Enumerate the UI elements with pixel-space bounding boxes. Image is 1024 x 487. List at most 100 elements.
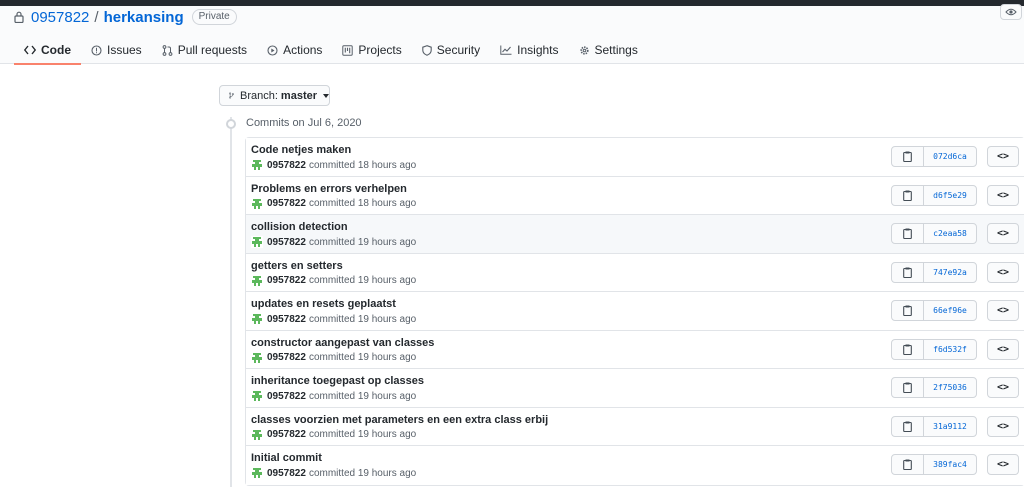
commit-author-link[interactable]: 0957822 (267, 352, 306, 363)
avatar[interactable] (251, 467, 263, 479)
browse-repo-at-commit-button[interactable]: <> (987, 377, 1019, 398)
commit-message-link[interactable]: constructor aangepast van classes (251, 337, 434, 349)
commit-sha-link[interactable]: f6d532f (924, 340, 976, 359)
repo-owner-link[interactable]: 0957822 (31, 9, 89, 26)
tab-insights[interactable]: Insights (490, 36, 568, 64)
commit-time: 19 hours ago (357, 313, 417, 325)
avatar[interactable] (251, 236, 263, 248)
commit-sha-link[interactable]: 747e92a (924, 263, 976, 282)
commit-action: committed (308, 352, 356, 363)
commit-row: constructor aangepast van classes 095782… (246, 330, 1024, 369)
code-icon: <> (996, 343, 1010, 355)
tab-issues[interactable]: Issues (81, 36, 152, 64)
commit-sha-link[interactable]: 389fac4 (924, 455, 976, 474)
commit-message-link[interactable]: updates en resets geplaatst (251, 298, 396, 310)
copy-sha-button[interactable] (892, 455, 924, 474)
copy-sha-button[interactable] (892, 416, 924, 436)
timeline-line (230, 117, 232, 487)
copy-sha-button[interactable] (892, 339, 924, 359)
copy-sha-button[interactable] (892, 147, 924, 166)
commit-action: committed (308, 467, 356, 479)
commit-sha-group: 31a9112 (891, 415, 977, 437)
tab-security[interactable]: Security (412, 36, 490, 64)
commit-message-link[interactable]: Problems en errors verhelpen (251, 183, 407, 195)
gear-icon (579, 45, 589, 55)
commit-author-link[interactable]: 0957822 (267, 429, 306, 440)
commit-sha-group: f6d532f (891, 338, 977, 360)
shield-icon (422, 44, 432, 56)
avatar[interactable] (251, 390, 263, 402)
tab-label: Pull requests (177, 43, 248, 57)
commit-author-link[interactable]: 0957822 (267, 391, 306, 402)
copy-sha-button[interactable] (892, 301, 924, 320)
commit-author-link[interactable]: 0957822 (267, 237, 306, 248)
repo-name-link[interactable]: herkansing (104, 9, 184, 26)
commit-author-link[interactable]: 0957822 (267, 160, 306, 171)
tab-settings[interactable]: Settings (569, 36, 648, 64)
commit-sha-link[interactable]: 2f75036 (924, 378, 976, 397)
clipboard-icon (903, 382, 912, 393)
avatar[interactable] (251, 159, 263, 171)
browse-repo-at-commit-button[interactable]: <> (987, 300, 1019, 321)
repo-nav-tabs: Code Issues Pull requests Actions Projec… (14, 36, 648, 65)
branch-select-button[interactable]: Branch: master (219, 85, 330, 106)
copy-sha-button[interactable] (892, 224, 924, 243)
commit-sha-group: c2eaa58 (891, 223, 977, 244)
commit-author-link[interactable]: 0957822 (267, 198, 306, 209)
tab-actions[interactable]: Actions (257, 36, 332, 64)
browse-repo-at-commit-button[interactable]: <> (987, 338, 1019, 360)
tab-projects[interactable]: Projects (332, 36, 411, 64)
commit-message-link[interactable]: collision detection (251, 221, 348, 233)
commit-message-link[interactable]: Initial commit (251, 452, 322, 464)
browse-repo-at-commit-button[interactable]: <> (987, 146, 1019, 167)
commit-sha-link[interactable]: 31a9112 (924, 417, 976, 436)
browse-repo-at-commit-button[interactable]: <> (987, 454, 1019, 475)
avatar[interactable] (251, 197, 263, 210)
eye-icon (1005, 8, 1017, 16)
commit-sha-link[interactable]: 66ef96e (924, 301, 976, 320)
commit-row: collision detection 0957822 committed 19… (246, 215, 1024, 254)
play-icon (267, 44, 278, 56)
code-icon (24, 45, 36, 55)
clipboard-icon (903, 267, 912, 278)
browse-repo-at-commit-button[interactable]: <> (987, 261, 1019, 283)
browse-repo-at-commit-button[interactable]: <> (987, 223, 1019, 244)
commit-meta: 0957822 committed 19 hours ago (251, 390, 416, 402)
commit-meta: 0957822 committed 19 hours ago (251, 236, 416, 248)
tab-label: Code (41, 43, 71, 57)
commit-sha-link[interactable]: 072d6ca (924, 147, 976, 166)
commit-sha-link[interactable]: d6f5e29 (924, 186, 976, 205)
tab-label: Issues (107, 43, 142, 57)
commit-author-link[interactable]: 0957822 (267, 314, 306, 325)
commit-time: 19 hours ago (357, 429, 417, 440)
tab-label: Insights (517, 43, 559, 57)
copy-sha-button[interactable] (892, 262, 924, 282)
copy-sha-button[interactable] (892, 378, 924, 397)
commit-row: updates en resets geplaatst 0957822 comm… (246, 292, 1024, 331)
clipboard-icon (903, 305, 912, 316)
commit-author-link[interactable]: 0957822 (267, 275, 306, 286)
commit-row: inheritance toegepast op classes 0957822… (246, 369, 1024, 408)
avatar[interactable] (251, 313, 263, 325)
copy-sha-button[interactable] (892, 185, 924, 205)
commit-meta: 0957822 committed 19 hours ago (251, 467, 416, 479)
tab-code[interactable]: Code (14, 36, 81, 65)
watch-button[interactable] (1000, 4, 1022, 20)
graph-icon (500, 45, 512, 55)
tab-pull-requests[interactable]: Pull requests (152, 36, 257, 64)
commit-message-link[interactable]: inheritance toegepast op classes (251, 375, 424, 387)
commit-meta: 0957822 committed 18 hours ago (251, 197, 416, 210)
browse-repo-at-commit-button[interactable]: <> (987, 184, 1019, 206)
commit-sha-link[interactable]: c2eaa58 (924, 224, 976, 243)
commit-author-link[interactable]: 0957822 (267, 468, 306, 479)
browse-repo-at-commit-button[interactable]: <> (987, 415, 1019, 437)
avatar[interactable] (251, 351, 263, 364)
commit-message-link[interactable]: getters en setters (251, 260, 343, 272)
avatar[interactable] (251, 428, 263, 441)
code-icon: <> (996, 266, 1010, 278)
commit-row: getters en setters 0957822 committed 19 … (246, 253, 1024, 292)
commit-message-link[interactable]: Code netjes maken (251, 144, 351, 156)
commit-message-link[interactable]: classes voorzien met parameters en een e… (251, 414, 548, 426)
avatar[interactable] (251, 274, 263, 287)
issue-icon (91, 44, 102, 56)
